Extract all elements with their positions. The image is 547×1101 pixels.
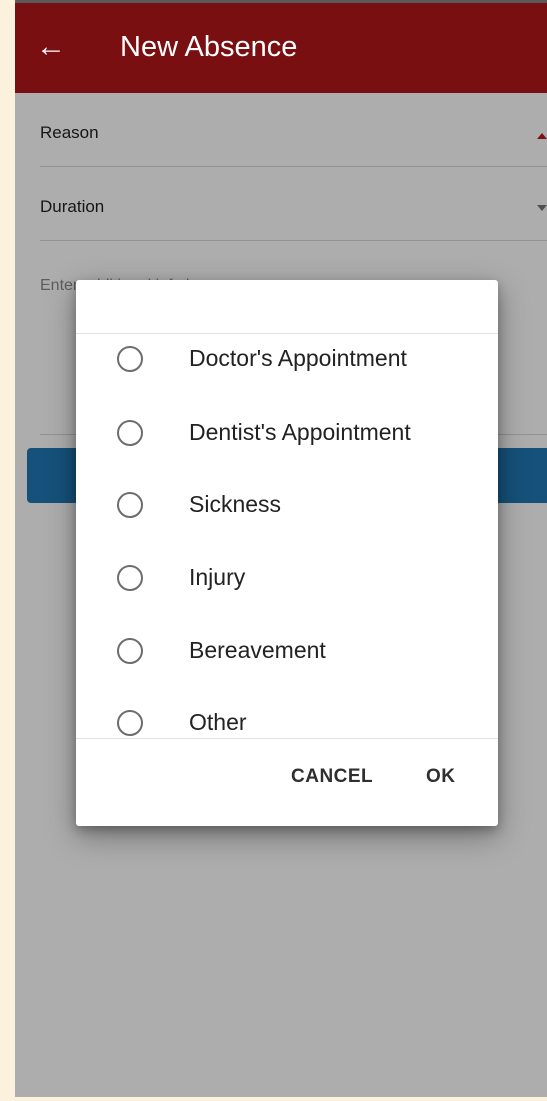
reason-options-list[interactable]: Doctor's Appointment Dentist's Appointme… — [76, 334, 498, 738]
option-bereavement[interactable]: Bereavement — [76, 626, 498, 676]
option-doctors-appointment[interactable]: Doctor's Appointment — [76, 334, 498, 384]
dialog-divider — [76, 738, 498, 739]
ok-button[interactable]: OK — [426, 766, 456, 788]
app-bar: ← New Absence — [15, 0, 547, 93]
reason-dialog: Doctor's Appointment Dentist's Appointme… — [76, 280, 498, 826]
back-arrow-icon[interactable]: ← — [33, 29, 69, 65]
option-label: Bereavement — [189, 637, 326, 663]
radio-unchecked-icon[interactable] — [117, 492, 143, 518]
option-label: Sickness — [189, 491, 282, 517]
radio-unchecked-icon[interactable] — [117, 710, 143, 736]
radio-unchecked-icon[interactable] — [117, 638, 143, 664]
radio-unchecked-icon[interactable] — [117, 346, 143, 372]
option-label: Other — [189, 709, 247, 735]
option-label: Dentist's Appointment — [189, 419, 411, 445]
cancel-button[interactable]: CANCEL — [291, 766, 373, 788]
app-screen: ← New Absence Reason Duration Enter addi… — [15, 0, 547, 1097]
option-injury[interactable]: Injury — [76, 553, 498, 603]
option-label: Doctor's Appointment — [189, 345, 407, 371]
option-dentists-appointment[interactable]: Dentist's Appointment — [76, 408, 498, 458]
radio-unchecked-icon[interactable] — [117, 565, 143, 591]
option-other[interactable]: Other — [76, 698, 498, 738]
option-label: Injury — [189, 564, 246, 590]
option-sickness[interactable]: Sickness — [76, 480, 498, 530]
radio-unchecked-icon[interactable] — [117, 420, 143, 446]
page-title: New Absence — [120, 31, 298, 63]
